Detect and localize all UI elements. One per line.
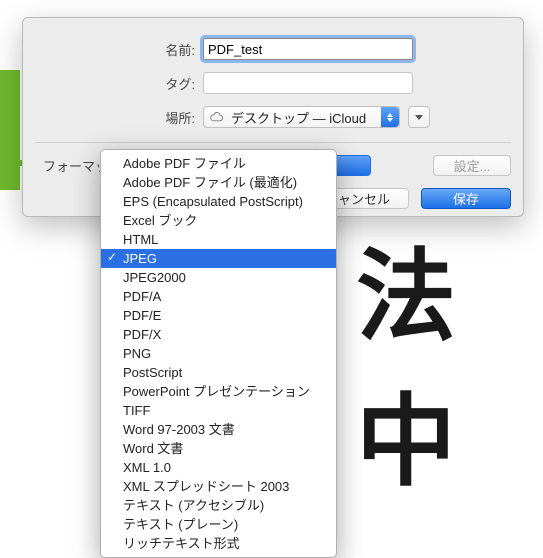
cancel-button-label: ャンセル (338, 189, 390, 208)
cloud-icon (210, 112, 226, 123)
format-option[interactable]: Word 文書 (101, 439, 336, 458)
format-option[interactable]: TIFF (101, 401, 336, 420)
save-button[interactable]: 保存 (421, 188, 511, 209)
name-input[interactable] (203, 38, 413, 60)
location-label: 場所: (23, 108, 203, 127)
tags-label: タグ: (23, 74, 203, 93)
location-value: デスクトップ — iCloud (231, 108, 366, 127)
format-option[interactable]: Adobe PDF ファイル (101, 154, 336, 173)
background-glyph: 中 (356, 360, 464, 505)
format-option[interactable]: Word 97-2003 文書 (101, 420, 336, 439)
format-option[interactable]: PDF/E (101, 306, 336, 325)
chevron-down-icon (415, 115, 423, 120)
format-option[interactable]: Adobe PDF ファイル (最適化) (101, 173, 336, 192)
format-option[interactable]: JPEG (101, 249, 336, 268)
background-glyph: 法 (356, 215, 464, 360)
format-option[interactable]: PDF/X (101, 325, 336, 344)
format-dropdown-menu: Adobe PDF ファイルAdobe PDF ファイル (最適化)EPS (E… (100, 149, 337, 558)
name-label: 名前: (23, 40, 203, 59)
settings-button[interactable]: 設定... (433, 155, 511, 176)
location-popup-button[interactable]: デスクトップ — iCloud (203, 106, 400, 128)
format-option[interactable]: リッチテキスト形式 (101, 534, 336, 553)
format-option[interactable]: PowerPoint プレゼンテーション (101, 382, 336, 401)
format-option[interactable]: PDF/A (101, 287, 336, 306)
format-option[interactable]: HTML (101, 230, 336, 249)
format-option[interactable]: PNG (101, 344, 336, 363)
format-option[interactable]: Excel ブック (101, 211, 336, 230)
format-option[interactable]: XML 1.0 (101, 458, 336, 477)
background-accent (0, 70, 20, 190)
format-option[interactable]: EPS (Encapsulated PostScript) (101, 192, 336, 211)
expand-button[interactable] (408, 106, 430, 128)
format-option[interactable]: テキスト (プレーン) (101, 515, 336, 534)
updown-arrows-icon (381, 107, 399, 127)
format-option[interactable]: JPEG2000 (101, 268, 336, 287)
save-button-label: 保存 (453, 189, 479, 208)
format-option[interactable]: XML スプレッドシート 2003 (101, 477, 336, 496)
tags-input[interactable] (203, 72, 413, 94)
format-option[interactable]: テキスト (アクセシブル) (101, 496, 336, 515)
format-option[interactable]: PostScript (101, 363, 336, 382)
settings-button-label: 設定... (454, 156, 491, 175)
